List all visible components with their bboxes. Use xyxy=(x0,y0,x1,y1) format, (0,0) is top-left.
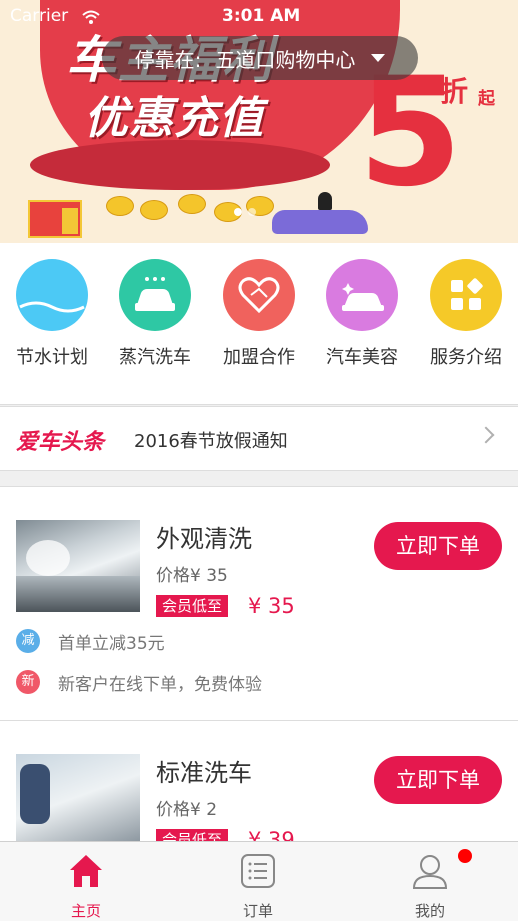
location-selector[interactable]: 停靠在: 五道口购物中心 xyxy=(102,36,418,80)
headline-text[interactable]: 2016春节放假通知 xyxy=(134,427,288,453)
bottom-tab-bar: 主页 订单 我的 xyxy=(0,841,518,921)
car-sparkle-icon xyxy=(326,259,398,331)
chevron-right-icon xyxy=(477,426,495,444)
car-wash-icon xyxy=(119,259,191,331)
grid-shapes-icon xyxy=(430,259,502,331)
service-item-steam-wash[interactable]: 蒸汽洗车 xyxy=(103,259,207,369)
service-label: 加盟合作 xyxy=(223,347,295,368)
service-item-water-plan[interactable]: 节水计划 xyxy=(0,259,104,369)
service-item-franchise[interactable]: 加盟合作 xyxy=(207,259,311,369)
water-wave-icon xyxy=(16,259,88,331)
promo-text: 新客户在线下单，免费体验 xyxy=(58,674,262,695)
car-illustration xyxy=(272,210,368,234)
service-grid: 节水计划 蒸汽洗车 加盟合作 汽车美容 服务介绍 xyxy=(0,243,518,405)
product-image xyxy=(16,754,140,843)
tab-label: 主页 xyxy=(70,902,101,920)
discount-tag-icon: 减 xyxy=(16,629,40,653)
coin-icon xyxy=(178,194,206,214)
banner-discount-unit: 折 xyxy=(440,75,469,108)
location-value: 五道口购物中心 xyxy=(215,47,356,72)
list-icon xyxy=(241,854,275,888)
banner-page-indicator[interactable] xyxy=(234,208,256,216)
product-price: 价格¥ 35 xyxy=(156,566,228,586)
coin-icon xyxy=(106,196,134,216)
location-label: 停靠在: xyxy=(134,47,202,72)
banner-ribbon xyxy=(30,140,330,190)
chevron-down-icon xyxy=(371,54,386,62)
headline-brand-logo: 爱车头条 xyxy=(16,430,105,455)
vip-badge: 会员低至 xyxy=(156,595,229,617)
carrier-label: Carrier xyxy=(10,6,69,26)
page-dot[interactable] xyxy=(234,208,242,216)
heart-handshake-icon xyxy=(223,259,295,331)
status-bar: Carrier 3:01 AM xyxy=(0,0,518,34)
clock: 3:01 AM xyxy=(222,6,301,26)
home-icon xyxy=(70,855,102,887)
service-item-introduction[interactable]: 服务介绍 xyxy=(414,259,518,369)
order-now-button[interactable]: 立即下单 xyxy=(374,522,502,570)
tab-label: 我的 xyxy=(414,902,445,920)
product-name: 标准洗车 xyxy=(156,759,252,787)
driver-figure xyxy=(318,192,332,210)
tab-orders[interactable]: 订单 xyxy=(172,842,344,921)
banner-discount-suffix: 起 xyxy=(478,89,495,109)
tab-label: 订单 xyxy=(242,902,273,920)
banner-title-line2: 优惠充值 xyxy=(84,93,264,144)
order-now-button[interactable]: 立即下单 xyxy=(374,756,502,804)
promo-row: 减 首单立减35元 xyxy=(16,629,165,654)
product-list: 外观清洗 价格¥ 35 会员低至 ¥ 35 立即下单 减 首单立减35元 新 新… xyxy=(0,486,518,843)
service-item-car-beauty[interactable]: 汽车美容 xyxy=(310,259,414,369)
product-price: 价格¥ 2 xyxy=(156,800,218,820)
notification-dot xyxy=(458,849,472,863)
vip-price: ¥ 35 xyxy=(248,594,295,618)
product-card[interactable]: 外观清洗 价格¥ 35 会员低至 ¥ 35 立即下单 减 首单立减35元 新 新… xyxy=(0,487,518,720)
new-tag-icon: 新 xyxy=(16,670,40,694)
service-label: 蒸汽洗车 xyxy=(119,347,191,368)
news-headline-bar[interactable]: 爱车头条 2016春节放假通知 xyxy=(0,406,518,471)
product-name: 外观清洗 xyxy=(156,525,252,553)
service-label: 节水计划 xyxy=(16,347,88,368)
service-label: 服务介绍 xyxy=(430,347,502,368)
tab-home[interactable]: 主页 xyxy=(0,842,172,921)
user-icon xyxy=(412,855,448,889)
wifi-icon xyxy=(82,10,100,24)
gift-box-icon xyxy=(62,208,78,234)
promo-text: 首单立减35元 xyxy=(58,633,165,654)
coin-icon xyxy=(140,200,168,220)
promo-row: 新 新客户在线下单，免费体验 xyxy=(16,670,262,695)
product-card[interactable]: 标准洗车 价格¥ 2 会员低至 ¥ 39 立即下单 xyxy=(0,721,518,843)
service-label: 汽车美容 xyxy=(326,347,398,368)
page-dot[interactable] xyxy=(248,208,256,216)
product-image xyxy=(16,520,140,612)
tab-profile[interactable]: 我的 xyxy=(344,842,516,921)
